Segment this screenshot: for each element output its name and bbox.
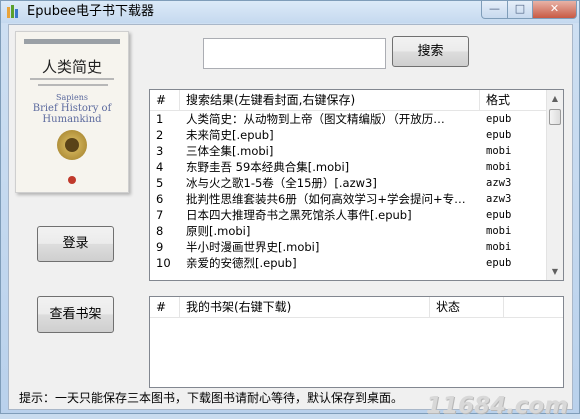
table-row[interactable]: 7 日本四大推理奇书之黑死馆杀人事件[.epub] epub [150, 207, 548, 223]
table-row[interactable]: 9 半小时漫画世界史[.mobi] mobi [150, 239, 548, 255]
book-cover-image: 人类简史 Sapiens Brief History of Humankind [15, 31, 129, 193]
app-window: Epubee电子书下载器 — □ ✕ 人类简史 Sapiens Brief Hi… [0, 0, 580, 419]
main-panel: 人类简史 Sapiens Brief History of Humankind … [8, 24, 573, 419]
result-title: 亲爱的安德烈[.epub] [186, 256, 297, 270]
result-title: 半小时漫画世界史[.mobi] [186, 240, 320, 254]
result-format: epub [486, 257, 512, 269]
result-title: 三体全集[.mobi] [186, 144, 274, 158]
cover-sapiens: Sapiens [56, 93, 88, 102]
result-format: azw3 [486, 193, 512, 205]
cover-subtitle-line [30, 78, 114, 80]
result-format: epub [486, 113, 512, 125]
result-title: 批判性思维套装共6册（如何高效学习+学会提问+专… [186, 192, 466, 206]
result-num: 9 [156, 240, 164, 254]
shelf-header-status[interactable]: 状态 [430, 297, 504, 317]
cover-subtitle-line [38, 84, 108, 86]
results-header: # 搜索结果(左键看封面,右键保存) 格式 [150, 90, 563, 111]
result-title: 原则[.mobi] [186, 224, 251, 238]
publisher-logo-icon [68, 176, 76, 184]
result-num: 6 [156, 192, 164, 206]
table-row[interactable]: 6 批判性思维套装共6册（如何高效学习+学会提问+专… azw3 [150, 191, 548, 207]
result-num: 10 [156, 256, 171, 270]
result-title: 人类简史：从动物到上帝（图文精编版）（开放历… [186, 112, 445, 126]
shelf-header-title[interactable]: 我的书架(右键下载) [180, 297, 430, 317]
cover-seal-center [65, 138, 79, 152]
result-format: mobi [486, 241, 512, 253]
result-num: 5 [156, 176, 164, 190]
results-header-num[interactable]: # [150, 90, 180, 110]
cover-title: 人类简史 [41, 58, 102, 76]
result-num: 2 [156, 128, 164, 142]
result-format: mobi [486, 161, 512, 173]
result-format: azw3 [486, 177, 512, 189]
result-num: 1 [156, 112, 164, 126]
scroll-thumb[interactable] [549, 109, 561, 125]
result-num: 3 [156, 144, 164, 158]
results-header-title[interactable]: 搜索结果(左键看封面,右键保存) [180, 90, 480, 110]
table-row[interactable]: 5 冰与火之歌1-5卷（全15册）[.azw3] azw3 [150, 175, 548, 191]
result-num: 8 [156, 224, 164, 238]
close-button[interactable]: ✕ [532, 1, 577, 19]
cover-top-band [24, 39, 120, 44]
search-results-list[interactable]: # 搜索结果(左键看封面,右键保存) 格式 1 人类简史：从动物到上帝（图文精编版… [149, 89, 564, 281]
result-num: 4 [156, 160, 164, 174]
search-input[interactable] [203, 38, 386, 69]
title-bar[interactable]: Epubee电子书下载器 — □ ✕ [1, 1, 579, 23]
cover-brief-line2: Humankind [42, 114, 102, 125]
result-num: 7 [156, 208, 164, 222]
cover-seal-icon [57, 130, 87, 160]
shelf-header: # 我的书架(右键下载) 状态 [150, 297, 563, 318]
hint-text: 提示：一天只能保存三本图书，下载图书请耐心等待，默认保存到桌面。 [19, 391, 404, 405]
minimize-button[interactable]: — [481, 1, 508, 19]
results-scrollbar[interactable]: ▲ ▼ [546, 90, 563, 280]
table-row[interactable]: 4 东野圭吾 59本经典合集[.mobi] mobi [150, 159, 548, 175]
view-bookshelf-button[interactable]: 查看书架 [37, 296, 114, 333]
result-format: epub [486, 209, 512, 221]
cover-brief-history: Brief History of Humankind [16, 103, 128, 125]
result-title: 日本四大推理奇书之黑死馆杀人事件[.epub] [186, 208, 412, 222]
scroll-up-arrow-icon[interactable]: ▲ [547, 90, 563, 107]
result-format: mobi [486, 225, 512, 237]
login-button[interactable]: 登录 [37, 226, 114, 262]
result-title: 东野圭吾 59本经典合集[.mobi] [186, 160, 350, 174]
result-title: 未来简史[.epub] [186, 128, 274, 142]
table-row[interactable]: 1 人类简史：从动物到上帝（图文精编版）（开放历… epub [150, 111, 548, 127]
shelf-header-num[interactable]: # [150, 297, 180, 317]
table-row[interactable]: 10 亲爱的安德烈[.epub] epub [150, 255, 548, 271]
cover-brief-line1: Brief History of [32, 103, 112, 114]
scroll-down-arrow-icon[interactable]: ▼ [547, 263, 563, 280]
watermark-logo: 11684.com [426, 393, 569, 419]
table-row[interactable]: 2 未来简史[.epub] epub [150, 127, 548, 143]
table-row[interactable]: 3 三体全集[.mobi] mobi [150, 143, 548, 159]
table-row[interactable]: 8 原则[.mobi] mobi [150, 223, 548, 239]
app-icon [7, 5, 18, 18]
result-format: epub [486, 129, 512, 141]
result-format: mobi [486, 145, 512, 157]
maximize-button[interactable]: □ [507, 1, 533, 19]
bookshelf-list[interactable]: # 我的书架(右键下载) 状态 [149, 296, 564, 388]
search-button[interactable]: 搜索 [392, 36, 469, 67]
results-header-format[interactable]: 格式 [480, 90, 548, 110]
window-title: Epubee电子书下载器 [27, 4, 154, 19]
result-title: 冰与火之歌1-5卷（全15册）[.azw3] [186, 176, 377, 190]
